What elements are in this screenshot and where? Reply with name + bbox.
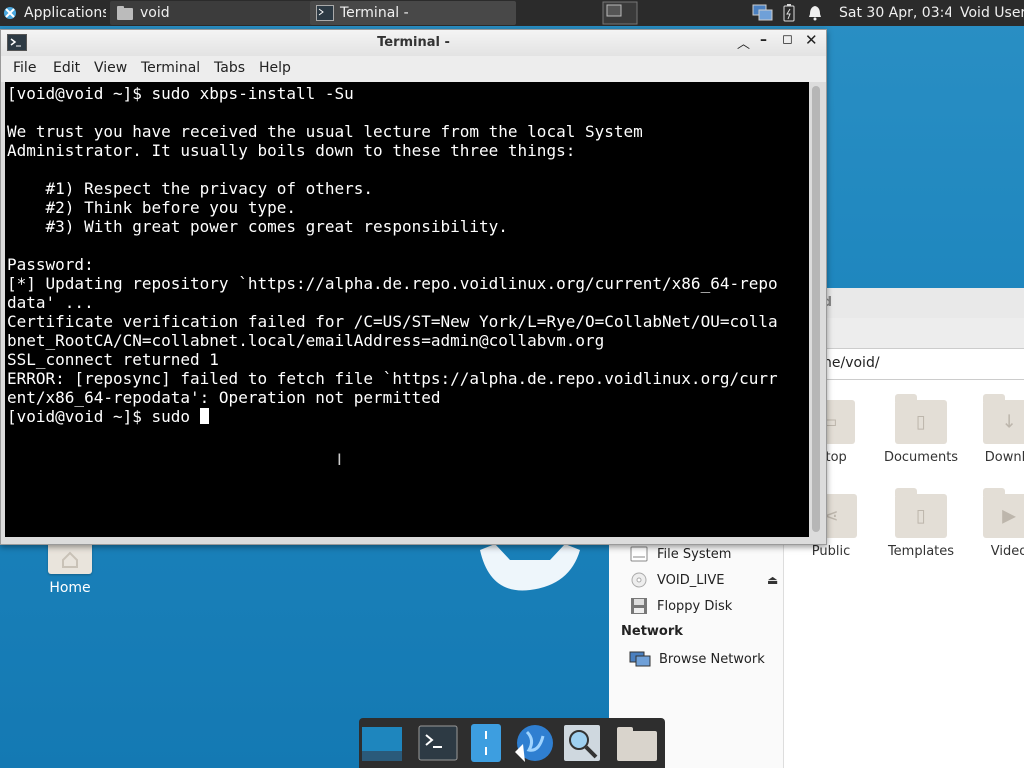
battery-icon[interactable] bbox=[782, 1, 798, 25]
scrollbar-thumb[interactable] bbox=[812, 86, 820, 532]
top-panel: Applications void Terminal - Sat 30 Apr,… bbox=[0, 0, 1024, 26]
terminal-title: Terminal - bbox=[377, 35, 450, 50]
network-tray-icon[interactable] bbox=[752, 1, 774, 25]
applications-menu[interactable]: Applications bbox=[2, 1, 106, 25]
xfce-logo-icon bbox=[2, 5, 18, 21]
shade-button[interactable]: ︿ bbox=[737, 33, 750, 52]
sidebar-item-label: Browse Network bbox=[659, 651, 765, 667]
location-path: ne/void/ bbox=[823, 355, 880, 371]
home-label: Home bbox=[49, 580, 91, 596]
home-folder-launcher[interactable] bbox=[615, 722, 657, 764]
terminal-screen[interactable]: [void@void ~]$ sudo xbps-install -Su We … bbox=[5, 82, 809, 537]
taskbar-item-label: Terminal - bbox=[340, 5, 409, 21]
documents-folder-icon: ▯ bbox=[895, 394, 947, 444]
home-folder-icon bbox=[48, 540, 92, 574]
drive-icon bbox=[629, 545, 649, 563]
terminal-scrollbar[interactable] bbox=[809, 82, 823, 537]
terminal-prompt: [void@void ~]$ sudo bbox=[7, 407, 200, 426]
menu-file[interactable]: File bbox=[13, 60, 36, 76]
downloads-folder-icon: ↓ bbox=[983, 394, 1024, 444]
applications-label: Applications bbox=[24, 5, 106, 21]
menu-help[interactable]: Help bbox=[259, 60, 291, 76]
taskbar-item-void[interactable]: void bbox=[110, 1, 312, 25]
terminal-icon bbox=[316, 5, 334, 21]
app-finder-launcher[interactable] bbox=[561, 722, 603, 764]
terminal-titlebar[interactable]: Terminal - ︿ – ◻ ✕ bbox=[1, 30, 826, 56]
clock[interactable]: Sat 30 Apr, 03:44 bbox=[839, 1, 951, 25]
folder-item[interactable]: ▶ Video bbox=[964, 488, 1024, 559]
network-header: Network bbox=[621, 624, 683, 639]
folder-label: Templates bbox=[887, 544, 955, 559]
floppy-icon bbox=[629, 597, 649, 615]
folder-label: Downlo bbox=[984, 450, 1024, 465]
terminal-window[interactable]: Terminal - ︿ – ◻ ✕ File Edit View Termin… bbox=[0, 29, 827, 545]
maximize-button[interactable]: ◻ bbox=[782, 32, 793, 47]
eject-icon[interactable]: ⏏ bbox=[767, 573, 778, 587]
folder-label: Public bbox=[811, 544, 851, 559]
notification-bell-icon[interactable] bbox=[808, 1, 824, 25]
desktop-home-icon[interactable]: Home bbox=[30, 540, 110, 596]
close-button[interactable]: ✕ bbox=[805, 31, 818, 49]
sidebar-item-file-system[interactable]: File System bbox=[629, 543, 731, 565]
menu-edit[interactable]: Edit bbox=[53, 60, 80, 76]
sidebar-item-browse-network[interactable]: Browse Network bbox=[629, 648, 765, 670]
sidebar-item-label: File System bbox=[657, 546, 732, 562]
folder-item[interactable]: ▯ Documents bbox=[876, 394, 966, 465]
void-mascot-icon bbox=[480, 544, 580, 591]
menu-terminal[interactable]: Terminal bbox=[141, 60, 200, 76]
sidebar-item-label: Floppy Disk bbox=[657, 598, 733, 614]
workspace-switcher[interactable] bbox=[602, 1, 638, 25]
dock bbox=[359, 718, 665, 768]
folder-icon bbox=[116, 5, 134, 21]
templates-folder-icon: ▯ bbox=[895, 488, 947, 538]
ibeam-cursor-icon: I bbox=[337, 450, 342, 469]
user-menu[interactable]: Void User bbox=[960, 1, 1024, 25]
menu-view[interactable]: View bbox=[94, 60, 127, 76]
location-bar[interactable]: ne/void/ bbox=[819, 348, 1024, 380]
sidebar-item-floppy[interactable]: Floppy Disk bbox=[629, 595, 732, 617]
text-cursor bbox=[199, 408, 209, 424]
file-manager-launcher[interactable] bbox=[465, 722, 507, 764]
terminal-launcher[interactable] bbox=[417, 722, 459, 764]
minimize-button[interactable]: – bbox=[760, 32, 767, 48]
videos-folder-icon: ▶ bbox=[983, 488, 1024, 538]
terminal-menubar: File Edit View Terminal Tabs Help bbox=[1, 56, 826, 82]
sidebar-item-void-live[interactable]: VOID_LIVE bbox=[629, 569, 724, 591]
network-icon bbox=[629, 650, 651, 668]
show-desktop-button[interactable] bbox=[361, 722, 403, 764]
folder-item[interactable]: ↓ Downlo bbox=[964, 394, 1024, 465]
menu-tabs[interactable]: Tabs bbox=[214, 60, 245, 76]
taskbar-item-terminal[interactable]: Terminal - bbox=[310, 1, 516, 25]
folder-item[interactable]: ▯ Templates bbox=[876, 488, 966, 559]
folder-label: Video bbox=[990, 544, 1024, 559]
sidebar-item-label: VOID_LIVE bbox=[657, 572, 725, 588]
folder-label: Documents bbox=[883, 450, 959, 465]
taskbar-item-label: void bbox=[140, 5, 170, 21]
terminal-output: [void@void ~]$ sudo xbps-install -Su We … bbox=[7, 84, 778, 426]
web-browser-launcher[interactable] bbox=[513, 722, 555, 764]
disc-icon bbox=[629, 571, 649, 589]
terminal-output-text: [void@void ~]$ sudo xbps-install -Su We … bbox=[7, 84, 778, 407]
